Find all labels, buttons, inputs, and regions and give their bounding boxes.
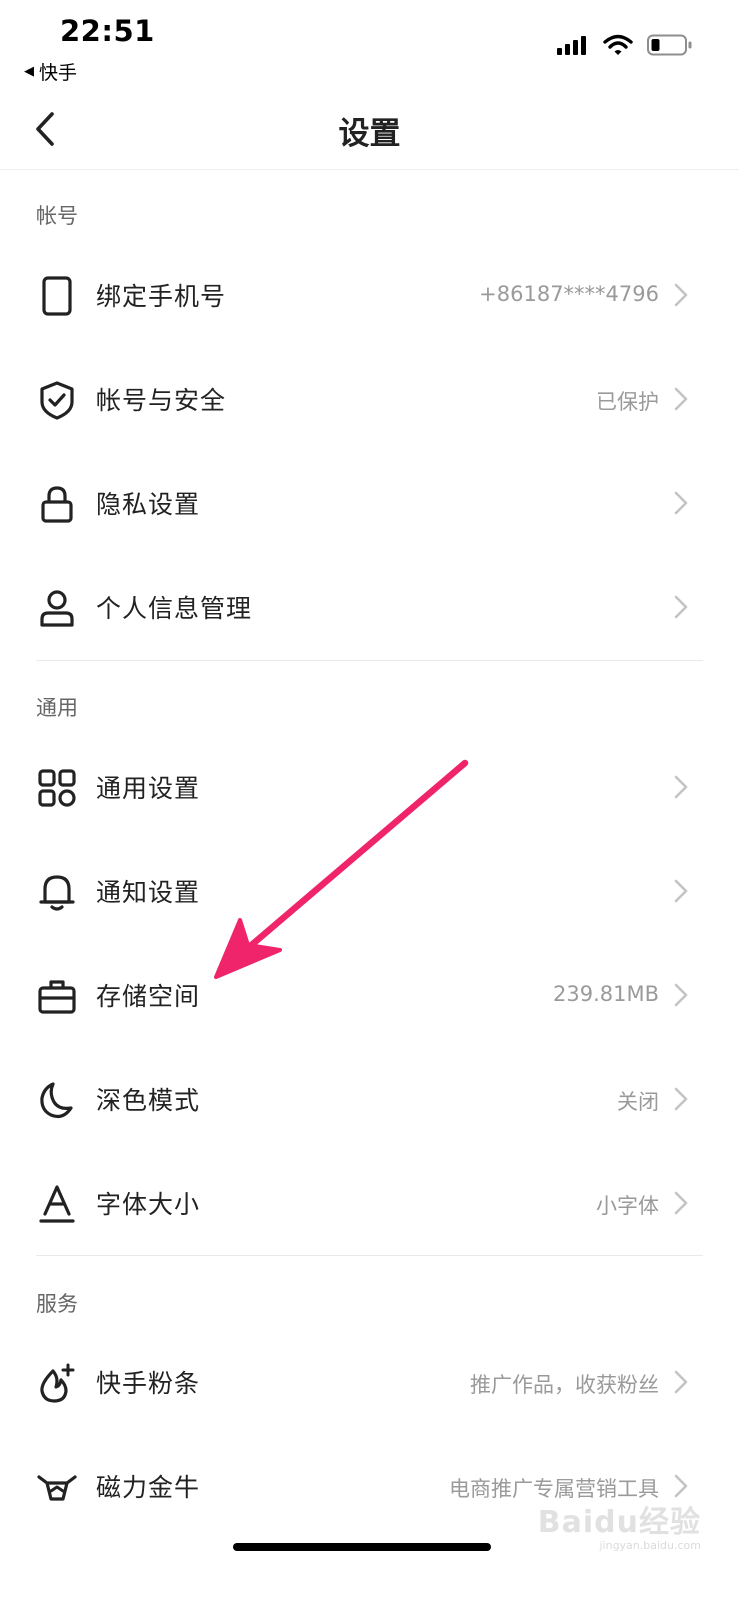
row-label: 字体大小 xyxy=(96,1190,201,1219)
grid-icon xyxy=(38,769,76,807)
row-value: +86187****4796 xyxy=(479,282,659,306)
row-label: 磁力金牛 xyxy=(96,1473,201,1502)
row-value: 推广作品，收获粉丝 xyxy=(470,1373,659,1397)
storage-box-icon xyxy=(38,980,76,1014)
settings-row-kuaishou-fentiao[interactable]: 快手粉条 推广作品，收获粉丝 xyxy=(0,1331,739,1435)
cellular-signal-icon xyxy=(557,36,586,55)
baidu-watermark: Baidu经验 jingyan.baidu.com xyxy=(538,1497,701,1552)
row-label: 深色模式 xyxy=(96,1086,201,1115)
status-bar: 22:51 ◀ 快手 xyxy=(0,0,739,88)
section-divider xyxy=(36,660,703,661)
chevron-right-icon xyxy=(674,491,688,515)
page-title: 设置 xyxy=(338,116,401,152)
chevron-right-icon xyxy=(674,775,688,799)
shield-check-icon xyxy=(40,381,74,420)
battery-icon xyxy=(647,34,692,56)
wifi-icon xyxy=(603,34,633,55)
section-header-general: 通用 xyxy=(36,696,78,720)
settings-row-personal-info[interactable]: 个人信息管理 xyxy=(0,556,739,660)
row-value: 小字体 xyxy=(596,1194,659,1218)
settings-row-dark-mode[interactable]: 深色模式 关闭 xyxy=(0,1048,739,1152)
settings-row-notifications[interactable]: 通知设置 xyxy=(0,840,739,944)
chevron-right-icon xyxy=(674,1370,688,1394)
row-label: 通用设置 xyxy=(96,774,201,803)
phone-icon xyxy=(42,276,72,316)
settings-row-privacy[interactable]: 隐私设置 xyxy=(0,452,739,556)
section-header-services: 服务 xyxy=(36,1292,78,1316)
chevron-right-icon xyxy=(674,1191,688,1215)
back-to-app-link[interactable]: ◀ 快手 xyxy=(24,58,77,85)
section-header-account: 帐号 xyxy=(36,204,78,228)
row-label: 隐私设置 xyxy=(96,490,201,519)
settings-row-bind-phone[interactable]: 绑定手机号 +86187****4796 xyxy=(0,244,739,348)
row-value: 已保护 xyxy=(596,390,659,414)
bell-icon xyxy=(39,875,75,911)
lock-icon xyxy=(41,486,73,523)
back-app-label: 快手 xyxy=(39,62,78,84)
settings-row-storage[interactable]: 存储空间 239.81MB xyxy=(0,944,739,1048)
watermark-logo: Baidu经验 xyxy=(537,1505,701,1540)
person-icon xyxy=(40,590,74,627)
chevron-right-icon xyxy=(674,283,688,307)
row-label: 快手粉条 xyxy=(96,1369,201,1398)
font-size-icon xyxy=(39,1185,75,1223)
chevron-right-icon xyxy=(674,387,688,411)
row-label: 个人信息管理 xyxy=(96,594,253,623)
status-time: 22:51 xyxy=(60,14,155,48)
moon-icon xyxy=(40,1082,73,1119)
settings-row-font-size[interactable]: 字体大小 小字体 xyxy=(0,1152,739,1256)
home-indicator[interactable] xyxy=(233,1543,491,1551)
settings-row-account-security[interactable]: 帐号与安全 已保护 xyxy=(0,348,739,452)
row-value: 关闭 xyxy=(617,1090,659,1114)
back-triangle-icon: ◀ xyxy=(24,64,34,79)
settings-row-general[interactable]: 通用设置 xyxy=(0,736,739,840)
row-value: 239.81MB xyxy=(552,982,659,1006)
chevron-right-icon xyxy=(674,879,688,903)
row-label: 帐号与安全 xyxy=(96,386,227,415)
row-label: 绑定手机号 xyxy=(96,282,227,311)
row-label: 存储空间 xyxy=(96,982,201,1011)
flame-plus-icon xyxy=(40,1363,75,1403)
section-divider xyxy=(36,1255,703,1256)
row-label: 通知设置 xyxy=(96,878,201,907)
chevron-right-icon xyxy=(674,1087,688,1111)
chevron-right-icon xyxy=(674,595,688,619)
chevron-right-icon xyxy=(674,1474,688,1498)
bull-icon xyxy=(37,1475,77,1501)
nav-bar: 设置 xyxy=(0,88,739,170)
chevron-right-icon xyxy=(674,983,688,1007)
status-icons xyxy=(557,34,693,56)
